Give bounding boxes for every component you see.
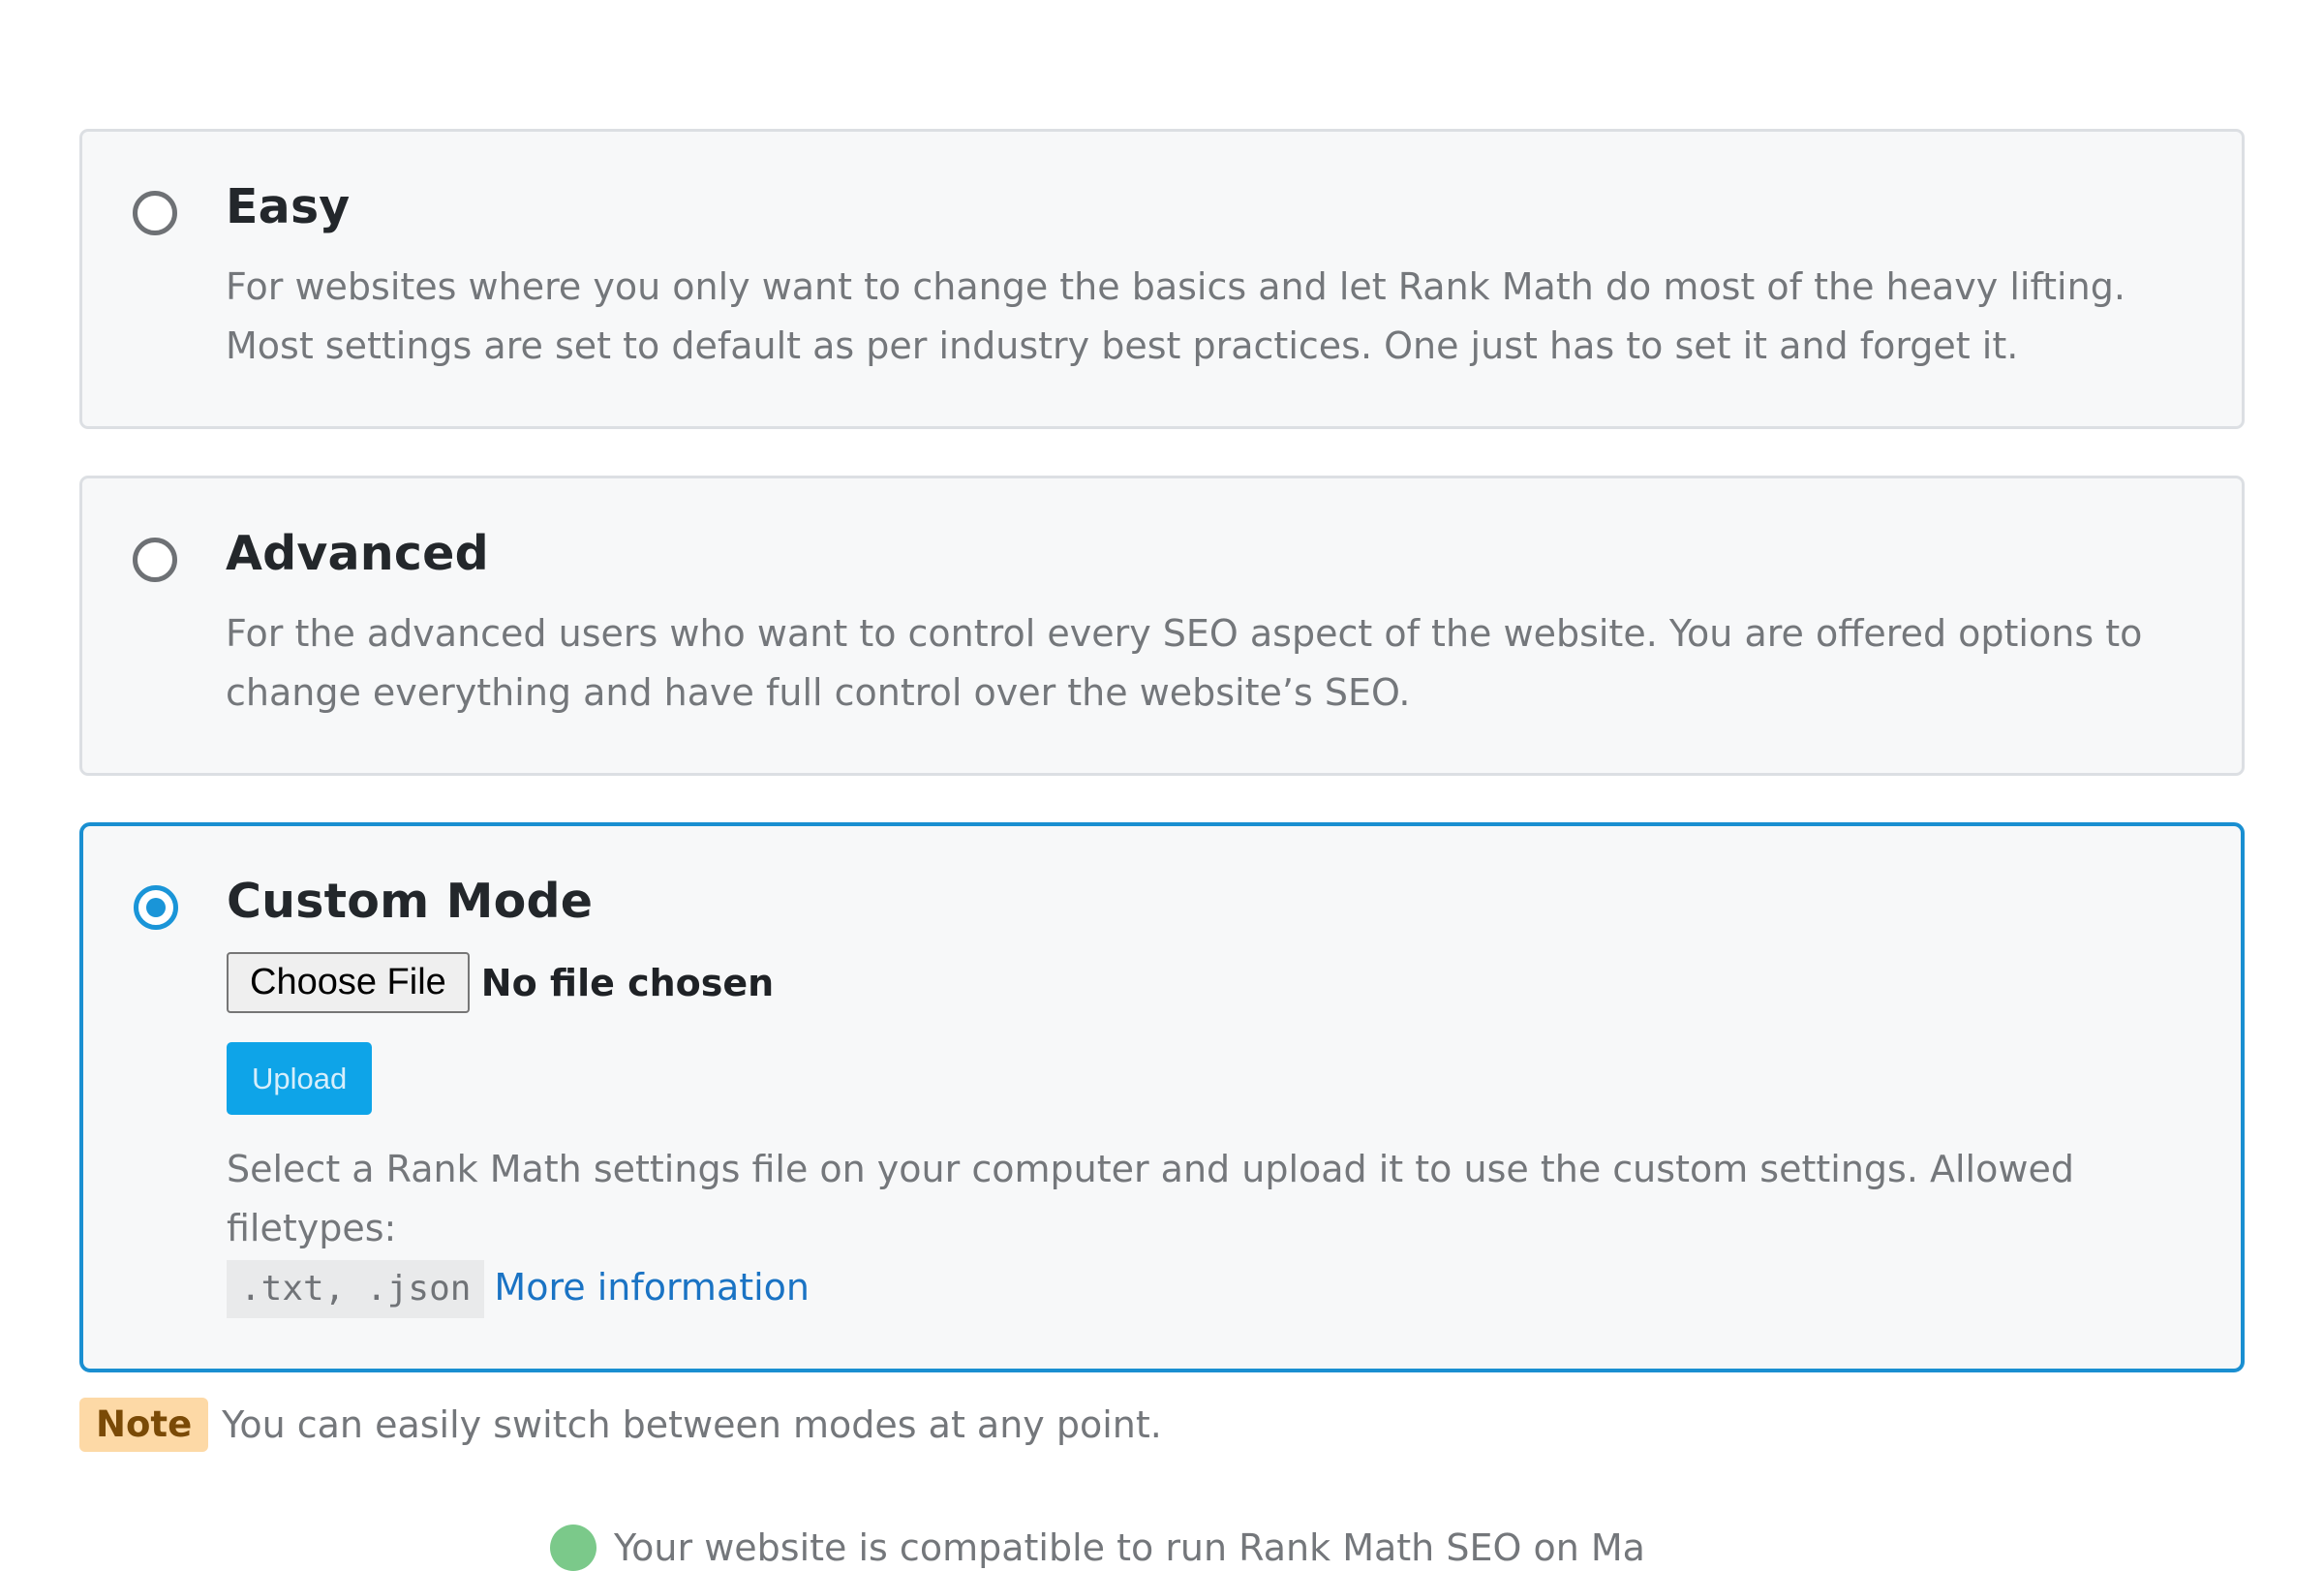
- more-information-link[interactable]: More information: [494, 1266, 810, 1309]
- mode-description-easy: For websites where you only want to chan…: [226, 265, 2125, 367]
- mode-title-custom: Custom Mode: [227, 874, 594, 929]
- radio-checked-icon[interactable]: [134, 885, 178, 930]
- compatibility-status: Your website is compatible to run Rank M…: [550, 1525, 1645, 1571]
- file-input: Choose File No file chosen: [227, 952, 2183, 1013]
- note: Note You can easily switch between modes…: [79, 1398, 2245, 1452]
- mode-card-easy[interactable]: Easy For websites where you only want to…: [79, 129, 2245, 429]
- allowed-filetypes: .txt, .json: [227, 1260, 485, 1318]
- compatibility-text: Your website is compatible to run Rank M…: [614, 1526, 1645, 1569]
- radio-unchecked-icon[interactable]: [133, 538, 177, 582]
- upload-button[interactable]: Upload: [227, 1042, 373, 1115]
- help-text: Select a Rank Math settings file on your…: [227, 1148, 2074, 1249]
- check-circle-icon: [550, 1525, 596, 1571]
- mode-card-custom[interactable]: Custom Mode Choose File No file chosen U…: [79, 822, 2245, 1372]
- mode-description-advanced: For the advanced users who want to contr…: [226, 612, 2143, 714]
- mode-title-advanced: Advanced: [226, 526, 489, 581]
- radio-unchecked-icon[interactable]: [133, 191, 177, 235]
- choose-file-button[interactable]: Choose File: [227, 952, 470, 1013]
- note-badge: Note: [79, 1398, 209, 1452]
- mode-title-easy: Easy: [226, 179, 351, 234]
- file-status: No file chosen: [480, 961, 775, 1004]
- custom-mode-help: Select a Rank Math settings file on your…: [227, 1140, 2183, 1318]
- mode-card-advanced[interactable]: Advanced For the advanced users who want…: [79, 476, 2245, 776]
- note-text: You can easily switch between modes at a…: [222, 1403, 1162, 1446]
- mode-selection: Easy For websites where you only want to…: [79, 129, 2245, 1452]
